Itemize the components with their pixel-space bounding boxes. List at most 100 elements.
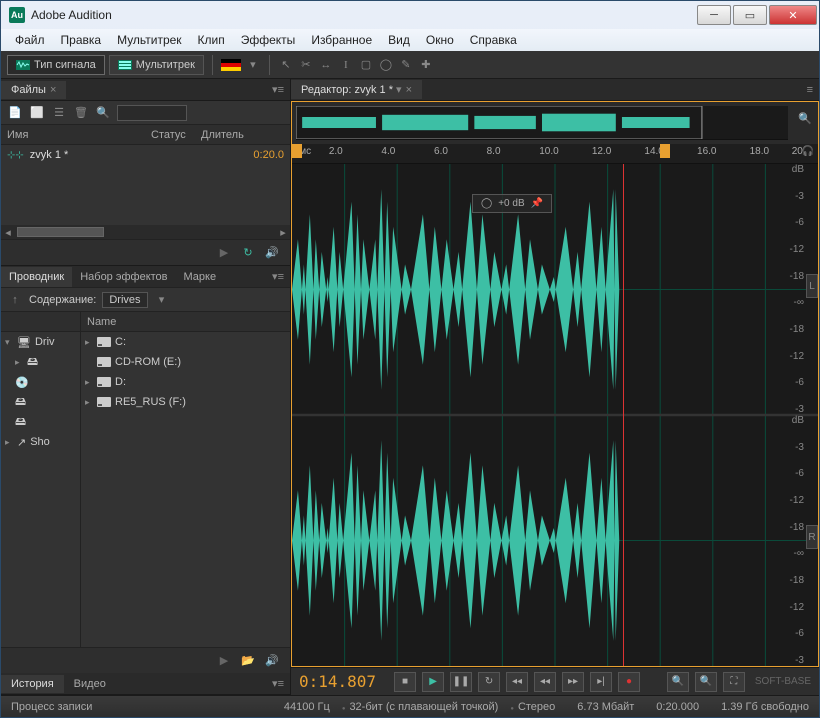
tree-item[interactable]: ▸↗Sho xyxy=(1,432,80,452)
nav-up-icon[interactable]: ↑ xyxy=(7,292,23,308)
tool-slip[interactable]: ↔ xyxy=(318,57,334,73)
tool-brush[interactable]: ✎ xyxy=(398,57,414,73)
titlebar: Au Adobe Audition ─ ▭ ✕ xyxy=(1,1,819,29)
tool-move[interactable]: ↖ xyxy=(278,57,294,73)
pause-button[interactable]: ❚❚ xyxy=(450,672,472,692)
multitrack-mode-button[interactable]: Мультитрек xyxy=(109,55,204,75)
effects-tab[interactable]: Набор эффектов xyxy=(72,267,175,287)
open-file-icon[interactable]: 📄 xyxy=(7,105,23,121)
out-marker[interactable] xyxy=(660,144,670,158)
channel-left-label[interactable]: L xyxy=(806,274,818,298)
waveform-mode-button[interactable]: Тип сигнала xyxy=(7,55,105,75)
tree-item[interactable]: 🖴 xyxy=(1,412,80,432)
markers-tab[interactable]: Марке xyxy=(176,267,225,287)
stop-button[interactable]: ■ xyxy=(394,672,416,692)
timecode-display[interactable]: 0:14.807 xyxy=(299,672,376,691)
minimize-button[interactable]: ─ xyxy=(697,5,731,25)
files-list[interactable]: ⊹⊹ zvyk 1 * 0:20.0 xyxy=(1,145,290,225)
play-button[interactable]: ▶ xyxy=(422,672,444,692)
menu-help[interactable]: Справка xyxy=(462,31,525,49)
flag-dropdown[interactable]: ▾ xyxy=(245,57,261,73)
in-marker[interactable] xyxy=(292,144,302,158)
tree-item[interactable]: ▾🖥Driv xyxy=(1,332,80,352)
search-icon[interactable]: 🔍 xyxy=(95,105,111,121)
tool-heal[interactable]: ✚ xyxy=(418,57,434,73)
menu-multitrack[interactable]: Мультитрек xyxy=(109,31,189,49)
list-item[interactable]: CD-ROM (E:) xyxy=(81,352,290,372)
path-dropdown-icon[interactable]: ▾ xyxy=(154,292,170,308)
drive-icon xyxy=(97,337,111,347)
menu-edit[interactable]: Правка xyxy=(53,31,110,49)
timeline-ruler[interactable]: чмс 2.0 4.0 6.0 8.0 10.0 12.0 14.0 16.0 … xyxy=(292,144,818,164)
maximize-button[interactable]: ▭ xyxy=(733,5,767,25)
tree-item[interactable]: 💿 xyxy=(1,372,80,392)
tool-lasso[interactable]: ◯ xyxy=(378,57,394,73)
files-hscroll[interactable]: ◂▸ xyxy=(1,225,290,239)
tool-marquee[interactable]: ▢ xyxy=(358,57,374,73)
files-tab[interactable]: Файлы× xyxy=(1,81,66,99)
language-flag[interactable] xyxy=(221,59,241,71)
headphone-icon[interactable]: 🎧 xyxy=(802,146,814,157)
play-preview-icon[interactable]: ▶ xyxy=(216,245,232,261)
record-file-icon[interactable]: ⬜ xyxy=(29,105,45,121)
menu-file[interactable]: Файл xyxy=(7,31,53,49)
auto-play-icon[interactable]: 🔊 xyxy=(264,245,280,261)
skip-back-button[interactable]: ◂◂ xyxy=(506,672,528,692)
status-process: Процесс записи xyxy=(11,701,92,713)
menu-clip[interactable]: Клип xyxy=(190,31,233,49)
trash-icon[interactable]: 🗑 xyxy=(73,105,89,121)
overview-waveform[interactable] xyxy=(296,106,788,140)
explorer-tab[interactable]: Проводник xyxy=(1,267,72,287)
path-field[interactable]: Drives xyxy=(102,292,147,308)
history-tab[interactable]: История xyxy=(1,675,64,693)
close-button[interactable]: ✕ xyxy=(769,5,817,25)
col-status[interactable]: Статус xyxy=(151,129,201,141)
new-multitrack-icon[interactable]: ☰ xyxy=(51,105,67,121)
pin-icon[interactable]: 📌 xyxy=(531,198,543,209)
zoom-full-icon[interactable]: ⛶ xyxy=(723,672,745,692)
volume-hud[interactable]: ◯ +0 dB 📌 xyxy=(472,194,552,213)
zoom-in-icon[interactable]: 🔍 xyxy=(667,672,689,692)
zoom-icon[interactable]: 🔍 xyxy=(798,112,812,125)
search-input[interactable] xyxy=(117,105,187,121)
transport-bar: 0:14.807 ■ ▶ ❚❚ ↻ ◂◂ ◂◂ ▸▸ ▸| ● 🔍 🔍 ⛶ SO… xyxy=(291,667,819,695)
record-button[interactable]: ● xyxy=(618,672,640,692)
list-item[interactable]: ▸C: xyxy=(81,332,290,352)
tool-time-select[interactable]: I xyxy=(338,57,354,73)
tool-razor[interactable]: ✂ xyxy=(298,57,314,73)
explorer-menu-icon[interactable]: ▾≡ xyxy=(266,270,290,283)
menu-effects[interactable]: Эффекты xyxy=(233,31,304,49)
col-name[interactable]: Имя xyxy=(1,129,151,141)
explorer-autoplay-icon[interactable]: 🔊 xyxy=(264,653,280,669)
editor-tab[interactable]: Редактор: zvyk 1 * ▾× xyxy=(291,80,422,99)
menu-favorites[interactable]: Избранное xyxy=(303,31,380,49)
menu-window[interactable]: Окно xyxy=(418,31,462,49)
close-icon[interactable]: × xyxy=(50,84,56,96)
editor-menu-icon[interactable]: ≡ xyxy=(801,84,819,96)
skip-fwd-button[interactable]: ▸| xyxy=(590,672,612,692)
video-tab[interactable]: Видео xyxy=(64,675,116,693)
bottom-menu-icon[interactable]: ▾≡ xyxy=(266,677,290,690)
file-row[interactable]: ⊹⊹ zvyk 1 * 0:20.0 xyxy=(1,145,290,165)
status-duration: 0:20.000 xyxy=(656,701,699,713)
list-item[interactable]: ▸RE5_RUS (F:) xyxy=(81,392,290,412)
col-duration[interactable]: Длитель xyxy=(201,129,244,141)
playhead[interactable] xyxy=(623,164,624,666)
zoom-out-icon[interactable]: 🔍 xyxy=(695,672,717,692)
explorer-play-icon[interactable]: ▶ xyxy=(216,653,232,669)
menu-view[interactable]: Вид xyxy=(380,31,418,49)
list-header[interactable]: Name xyxy=(81,312,290,332)
tree-item[interactable]: 🖴 xyxy=(1,392,80,412)
tree-item[interactable]: ▸🖴 xyxy=(1,352,80,372)
forward-button[interactable]: ▸▸ xyxy=(562,672,584,692)
loop-button[interactable]: ↻ xyxy=(478,672,500,692)
close-icon[interactable]: × xyxy=(406,84,412,96)
knob-icon[interactable]: ◯ xyxy=(481,198,492,209)
list-item[interactable]: ▸D: xyxy=(81,372,290,392)
explorer-import-icon[interactable]: 📂 xyxy=(240,653,256,669)
panel-menu-icon[interactable]: ▾≡ xyxy=(266,83,290,96)
waveform-display[interactable]: dB-3-6-12-18-∞-18-12-6-3 dB-3-6-12-18-∞-… xyxy=(292,164,818,666)
loop-icon[interactable]: ↻ xyxy=(240,245,256,261)
channel-right-label[interactable]: R xyxy=(806,525,818,549)
rewind-button[interactable]: ◂◂ xyxy=(534,672,556,692)
